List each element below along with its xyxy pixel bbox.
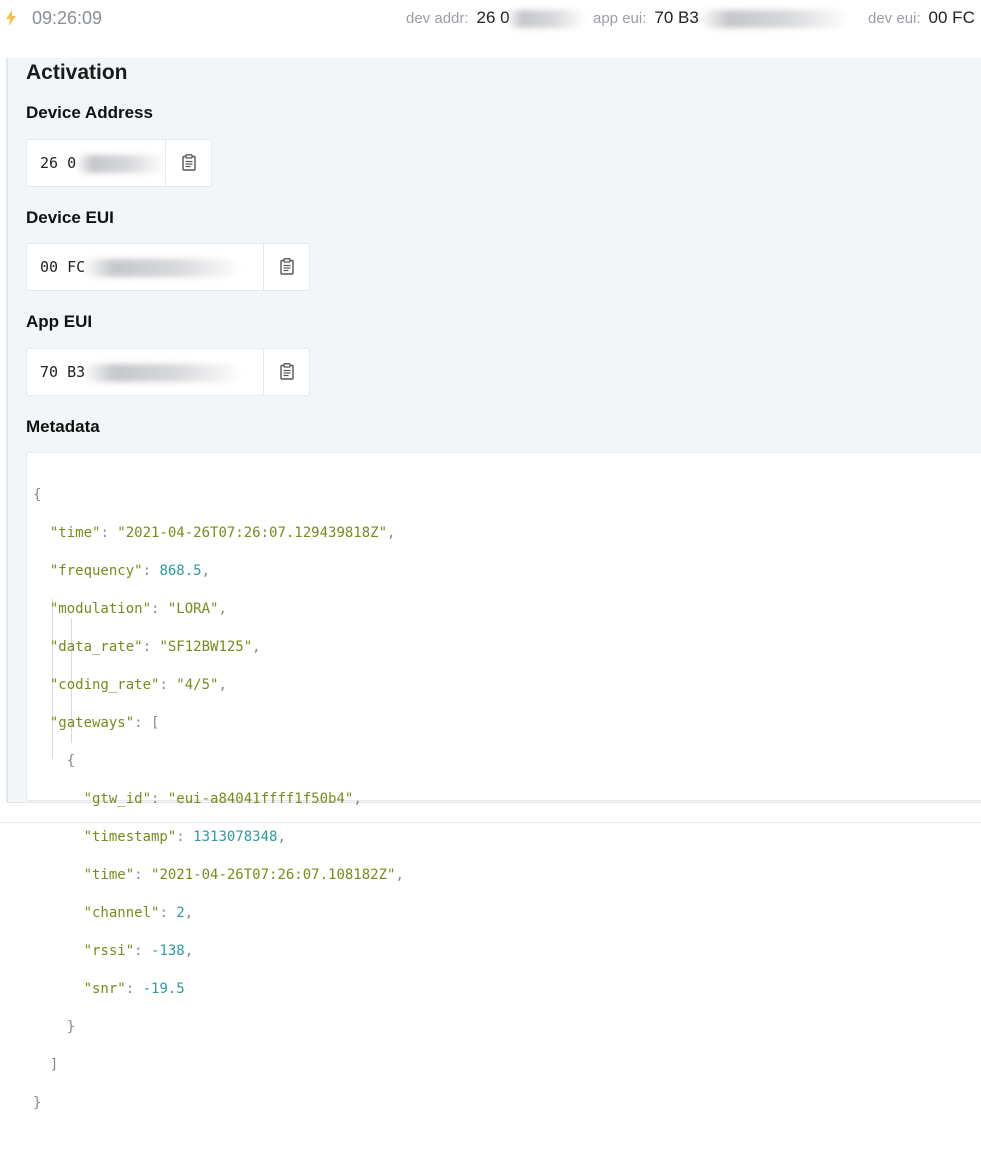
app-eui-label: app eui: xyxy=(593,10,647,27)
json-key: "coding_rate" xyxy=(49,677,160,693)
json-key: "rssi" xyxy=(83,943,135,959)
device-address-value[interactable]: 26 0 xyxy=(40,154,76,172)
device-address-label: Device Address xyxy=(26,103,153,122)
metadata-label: Metadata xyxy=(26,417,100,436)
clipboard-icon xyxy=(182,154,196,171)
clipboard-icon xyxy=(280,363,294,380)
redacted-blur xyxy=(82,259,242,277)
json-key: "frequency" xyxy=(49,563,143,579)
json-value: "2021-04-26T07:26:07.108182Z" xyxy=(151,867,396,883)
bottom-divider xyxy=(0,822,981,823)
app-eui-field[interactable]: 70 B3 xyxy=(26,348,310,396)
json-value: "SF12BW125" xyxy=(159,639,253,655)
json-key: "gateways" xyxy=(49,715,135,731)
header-dev-eui: dev eui: 00 FC xyxy=(868,8,975,28)
json-value: -138 xyxy=(151,943,185,959)
app-eui-label: App EUI xyxy=(26,312,93,331)
json-key: "gtw_id" xyxy=(83,791,152,807)
activation-title: Activation xyxy=(26,61,128,84)
json-value: -19.5 xyxy=(142,981,185,997)
copy-device-eui-button[interactable] xyxy=(263,244,309,290)
json-value: 868.5 xyxy=(159,563,202,579)
json-key: "modulation" xyxy=(49,601,152,617)
json-value: "LORA" xyxy=(167,601,219,617)
app-eui-value: 70 B3 xyxy=(654,8,699,27)
clipboard-icon xyxy=(280,258,294,275)
json-key: "timestamp" xyxy=(83,829,177,845)
json-key: "time" xyxy=(49,525,101,541)
json-key: "channel" xyxy=(83,905,160,921)
device-eui-label: Device EUI xyxy=(26,208,114,227)
copy-app-eui-button[interactable] xyxy=(263,349,309,395)
device-eui-value[interactable]: 00 FC xyxy=(40,258,85,276)
metadata-json-viewer[interactable]: { "time": "2021-04-26T07:26:07.129439818… xyxy=(26,452,981,1111)
json-value: 1313078348 xyxy=(193,829,278,845)
redacted-blur xyxy=(505,9,586,28)
json-key: "time" xyxy=(83,867,135,883)
json-value: "4/5" xyxy=(176,677,219,693)
top-status-bar: 09:26:09 dev addr: 26 0 app eui: 70 B3 dev… xyxy=(0,0,981,40)
header-dev-addr: dev addr: 26 0 xyxy=(406,8,586,28)
dev-eui-value: 00 FC xyxy=(928,8,975,27)
json-key: "data_rate" xyxy=(49,639,143,655)
json-value: "2021-04-26T07:26:07.129439818Z" xyxy=(117,525,388,541)
current-time: 09:26:09 xyxy=(32,8,103,28)
copy-device-address-button[interactable] xyxy=(165,140,211,186)
json-value: "eui-a84041ffff1f50b4" xyxy=(167,791,354,807)
header-app-eui: app eui: 70 B3 xyxy=(593,8,849,28)
json-key: "snr" xyxy=(83,981,126,997)
lightning-icon xyxy=(6,10,16,26)
redacted-blur xyxy=(82,364,242,382)
app-eui-value[interactable]: 70 B3 xyxy=(40,363,85,381)
dev-eui-label: dev eui: xyxy=(868,10,921,27)
device-address-field[interactable]: 26 0 xyxy=(26,139,212,187)
dev-addr-value: 26 0 xyxy=(476,8,510,27)
metadata-json: { "time": "2021-04-26T07:26:07.129439818… xyxy=(33,487,404,1111)
json-value: 2 xyxy=(176,905,185,921)
dev-addr-label: dev addr: xyxy=(406,10,469,27)
redacted-blur xyxy=(75,155,165,173)
device-eui-field[interactable]: 00 FC xyxy=(26,243,310,291)
redacted-blur xyxy=(698,9,849,28)
